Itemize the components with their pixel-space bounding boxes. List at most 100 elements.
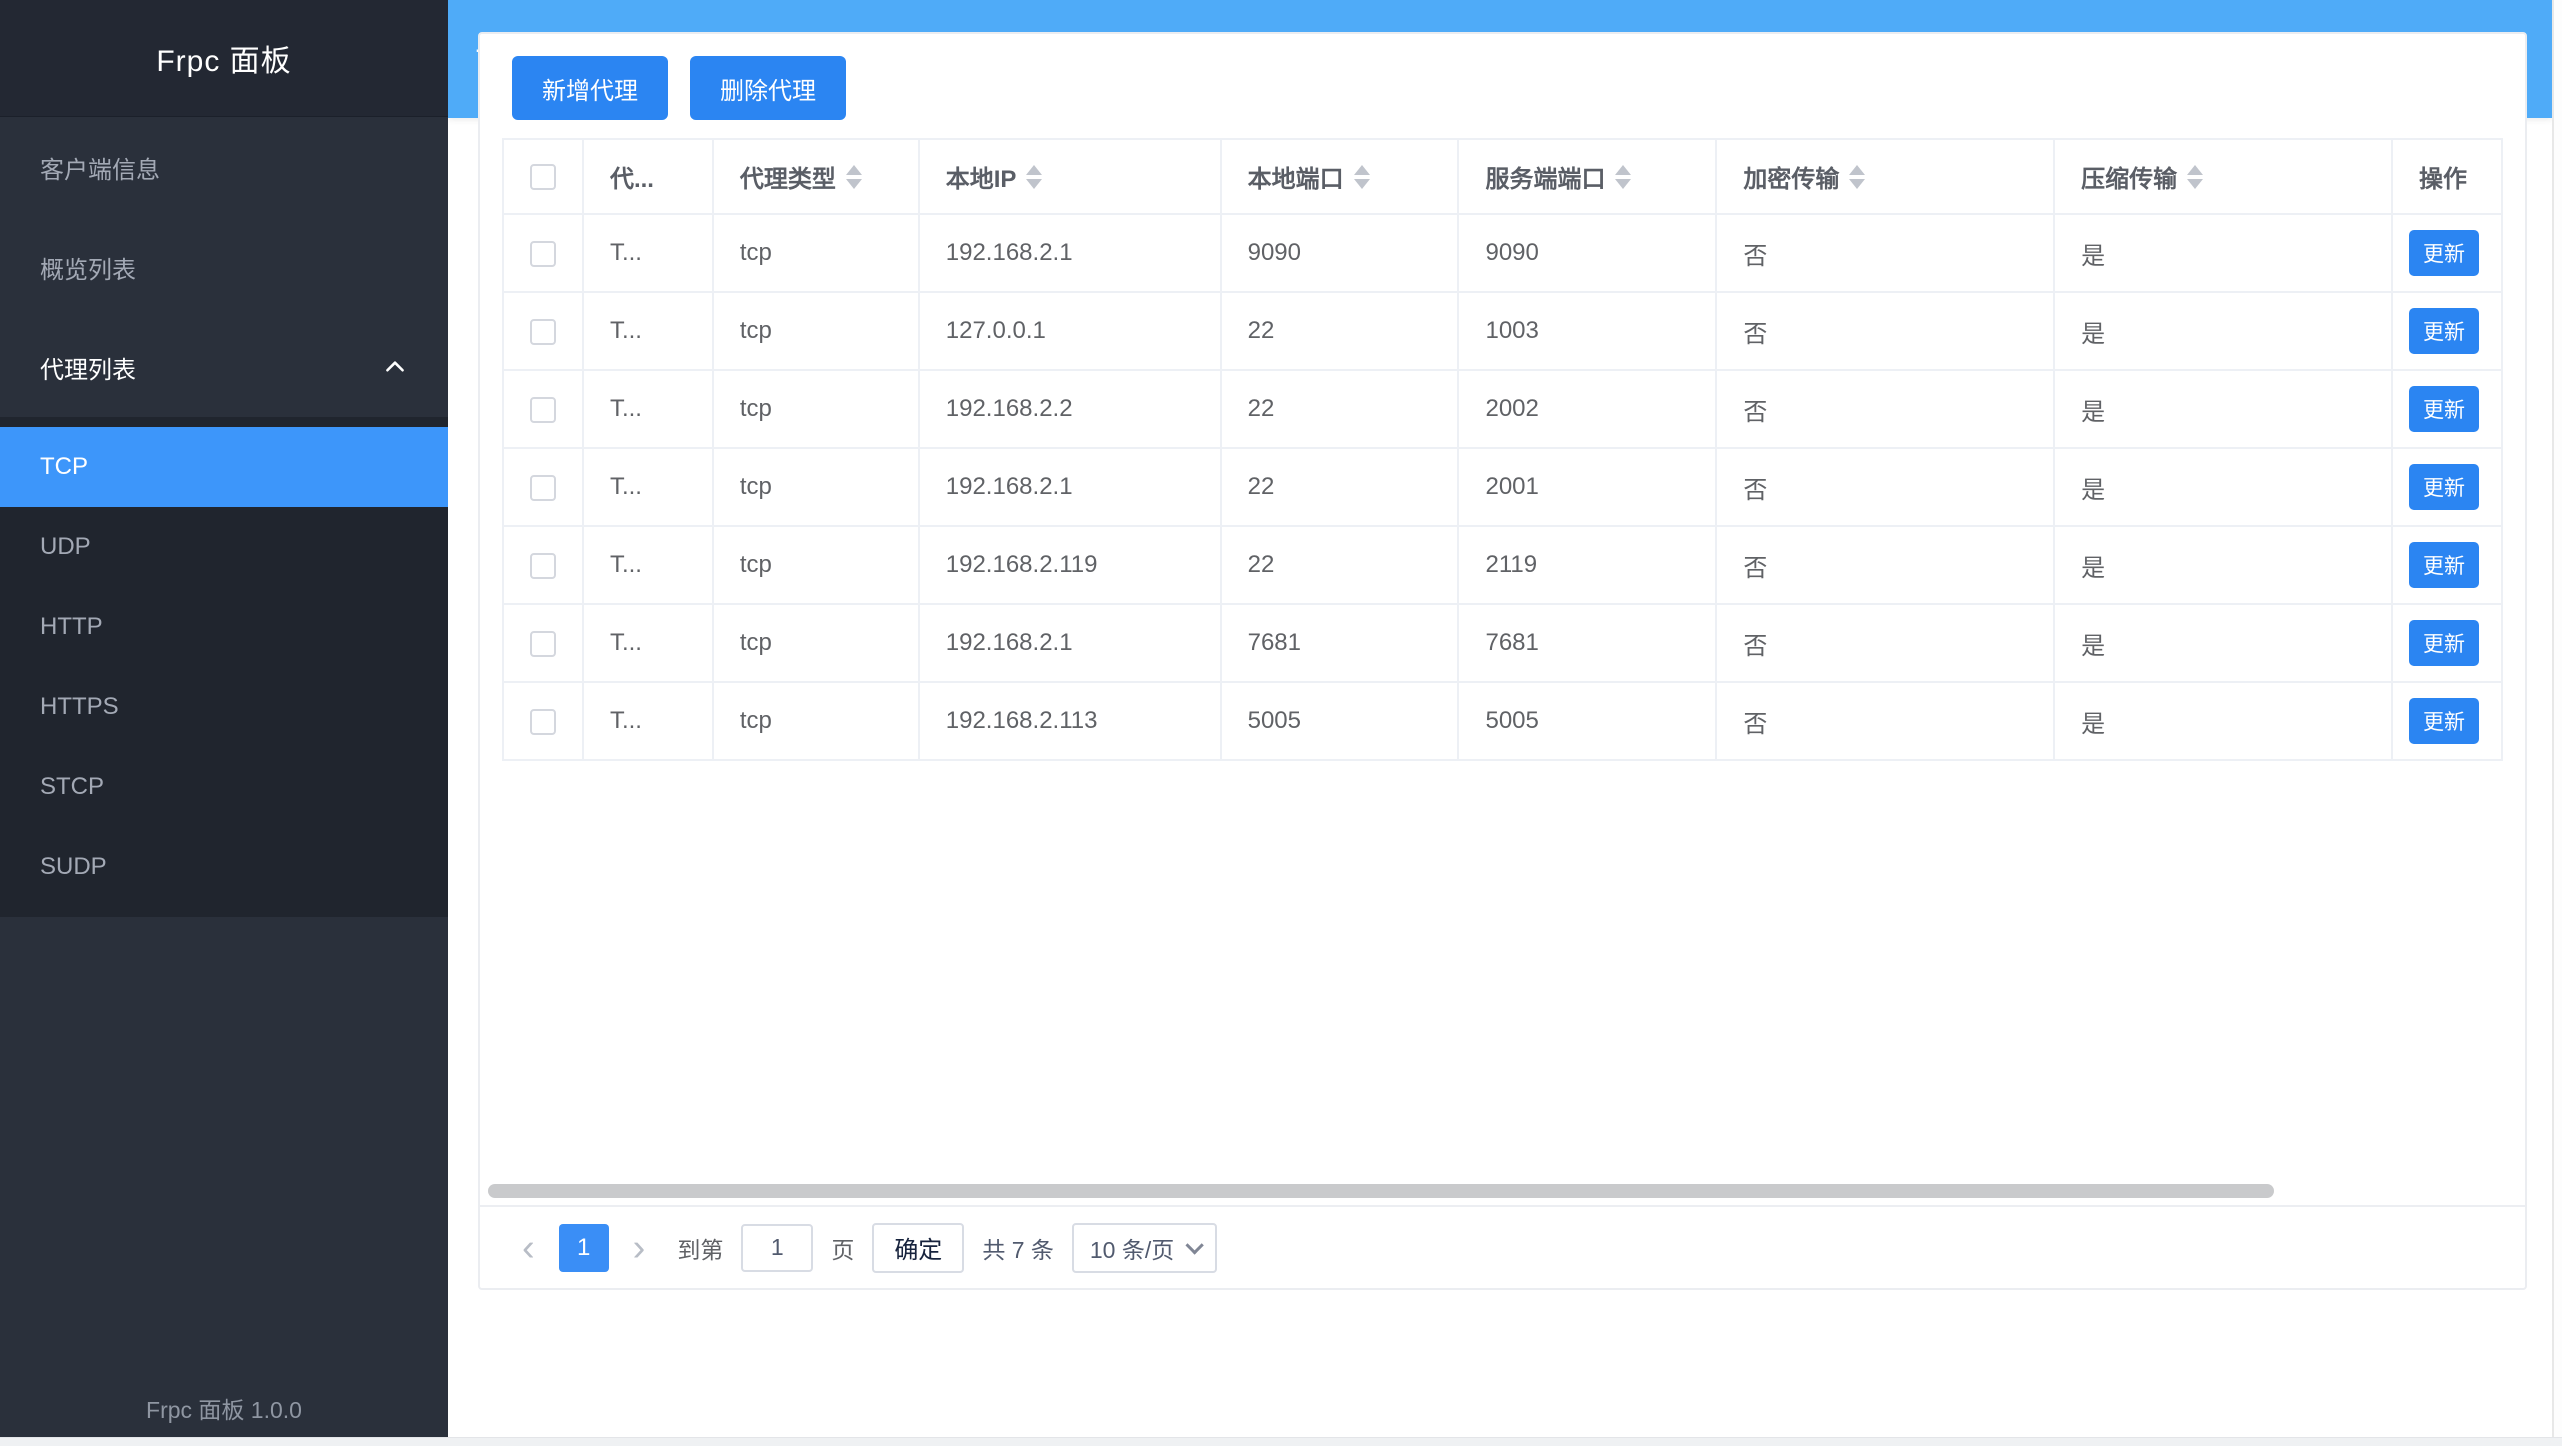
row-checkbox[interactable] [530, 553, 556, 579]
row-checkbox[interactable] [530, 709, 556, 735]
select-all-checkbox[interactable] [530, 164, 556, 190]
cell-server_port: 2119 [1458, 526, 1716, 604]
cell-type: tcp [713, 292, 919, 370]
total-count-label: 共 7 条 [982, 1231, 1054, 1265]
row-checkbox[interactable] [530, 475, 556, 501]
cell-server_port: 9090 [1458, 214, 1716, 292]
cell-type: tcp [713, 370, 919, 448]
cell-type: tcp [713, 682, 919, 760]
cell-type: tcp [713, 604, 919, 682]
goto-page-input[interactable] [741, 1224, 813, 1272]
column-header-type[interactable]: 代理类型 [713, 139, 919, 214]
update-button[interactable]: 更新 [2409, 308, 2479, 354]
update-button[interactable]: 更新 [2409, 386, 2479, 432]
cell-name: T... [583, 604, 713, 682]
cell-encryption: 否 [1716, 682, 2054, 760]
sidebar-item-overview[interactable]: 概览列表 [0, 217, 448, 317]
app-version: Frpc 面板 1.0.0 [0, 1391, 448, 1425]
table-row: T...tcp192.168.2.119222119否是更新 [503, 526, 2502, 604]
cell-local_port: 5005 [1221, 682, 1459, 760]
delete-proxy-button[interactable]: 删除代理 [690, 56, 846, 120]
cell-local_port: 7681 [1221, 604, 1459, 682]
cell-local_port: 22 [1221, 370, 1459, 448]
table-horizontal-scrollbar-thumb[interactable] [488, 1184, 2274, 1198]
horizontal-scrollbar-track[interactable] [0, 1437, 2562, 1446]
sidebar-item-proxy-list[interactable]: 代理列表 [0, 317, 448, 417]
vertical-scrollbar-track[interactable] [2552, 0, 2562, 1446]
cell-action: 更新 [2392, 682, 2502, 760]
column-header-local_ip[interactable]: 本地IP [919, 139, 1221, 214]
column-header-action: 操作 [2392, 139, 2502, 214]
sidebar-subitem-tcp[interactable]: TCP [0, 427, 448, 507]
cell-compression: 是 [2054, 526, 2392, 604]
sidebar-subitem-stcp[interactable]: STCP [0, 747, 448, 827]
column-label: 代... [610, 159, 654, 194]
column-header-local_port[interactable]: 本地端口 [1221, 139, 1459, 214]
sidebar-item-label: 代理列表 [40, 350, 136, 385]
cell-action: 更新 [2392, 370, 2502, 448]
cell-encryption: 否 [1716, 214, 2054, 292]
chevron-down-icon [1186, 1236, 1204, 1254]
row-checkbox-cell [503, 448, 583, 526]
column-header-server_port[interactable]: 服务端端口 [1458, 139, 1716, 214]
sidebar-subitem-udp[interactable]: UDP [0, 507, 448, 587]
update-button[interactable]: 更新 [2409, 230, 2479, 276]
cell-name: T... [583, 292, 713, 370]
sidebar-item-client-info[interactable]: 客户端信息 [0, 117, 448, 217]
goto-prefix-label: 到第 [677, 1231, 723, 1265]
table-row: T...tcp192.168.2.176817681否是更新 [503, 604, 2502, 682]
cell-type: tcp [713, 214, 919, 292]
row-checkbox-cell [503, 604, 583, 682]
sort-carets-icon[interactable] [2187, 165, 2203, 189]
cell-compression: 是 [2054, 448, 2392, 526]
table-row: T...tcp192.168.2.1222001否是更新 [503, 448, 2502, 526]
cell-encryption: 否 [1716, 448, 2054, 526]
sidebar-submenu: TCPUDPHTTPHTTPSSTCPSUDP [0, 417, 448, 917]
row-checkbox-cell [503, 292, 583, 370]
column-label: 本地IP [946, 159, 1017, 194]
update-button[interactable]: 更新 [2409, 698, 2479, 744]
cell-name: T... [583, 448, 713, 526]
column-header-compression[interactable]: 压缩传输 [2054, 139, 2392, 214]
sidebar-subitem-https[interactable]: HTTPS [0, 667, 448, 747]
page-number-button[interactable]: 1 [559, 1224, 609, 1272]
cell-server_port: 2002 [1458, 370, 1716, 448]
update-button[interactable]: 更新 [2409, 542, 2479, 588]
row-checkbox[interactable] [530, 631, 556, 657]
cell-local_port: 22 [1221, 526, 1459, 604]
row-checkbox[interactable] [530, 319, 556, 345]
sort-carets-icon[interactable] [846, 165, 862, 189]
sort-carets-icon[interactable] [1354, 165, 1370, 189]
table-row: T...tcp127.0.0.1221003否是更新 [503, 292, 2502, 370]
chevron-up-icon [382, 354, 408, 380]
sort-carets-icon[interactable] [1026, 165, 1042, 189]
page-size-value: 10 条/页 [1090, 1231, 1174, 1265]
sort-carets-icon[interactable] [1615, 165, 1631, 189]
update-button[interactable]: 更新 [2409, 620, 2479, 666]
row-checkbox-cell [503, 526, 583, 604]
column-label: 加密传输 [1743, 159, 1839, 194]
cell-encryption: 否 [1716, 526, 2054, 604]
cell-local_port: 22 [1221, 448, 1459, 526]
row-checkbox[interactable] [530, 397, 556, 423]
cell-local_ip: 192.168.2.119 [919, 526, 1221, 604]
sidebar-subitem-http[interactable]: HTTP [0, 587, 448, 667]
confirm-button[interactable]: 确定 [872, 1223, 964, 1273]
column-header-encryption[interactable]: 加密传输 [1716, 139, 2054, 214]
next-page-button[interactable]: › [627, 1229, 652, 1267]
update-button[interactable]: 更新 [2409, 464, 2479, 510]
row-checkbox[interactable] [530, 241, 556, 267]
sidebar-subitem-sudp[interactable]: SUDP [0, 827, 448, 907]
cell-local_ip: 127.0.0.1 [919, 292, 1221, 370]
sort-carets-icon[interactable] [1849, 165, 1865, 189]
table-body: T...tcp192.168.2.190909090否是更新T...tcp127… [503, 214, 2502, 760]
row-checkbox-cell [503, 682, 583, 760]
table-horizontal-scrollbar-track[interactable] [488, 1184, 2517, 1200]
column-label: 服务端端口 [1485, 159, 1605, 194]
sidebar-item-label: 概览列表 [40, 250, 136, 285]
prev-page-button[interactable]: ‹ [516, 1229, 541, 1267]
cell-name: T... [583, 682, 713, 760]
sidebar-header: Frpc 面板 [0, 0, 448, 117]
add-proxy-button[interactable]: 新增代理 [512, 56, 668, 120]
page-size-select[interactable]: 10 条/页 [1072, 1223, 1217, 1273]
